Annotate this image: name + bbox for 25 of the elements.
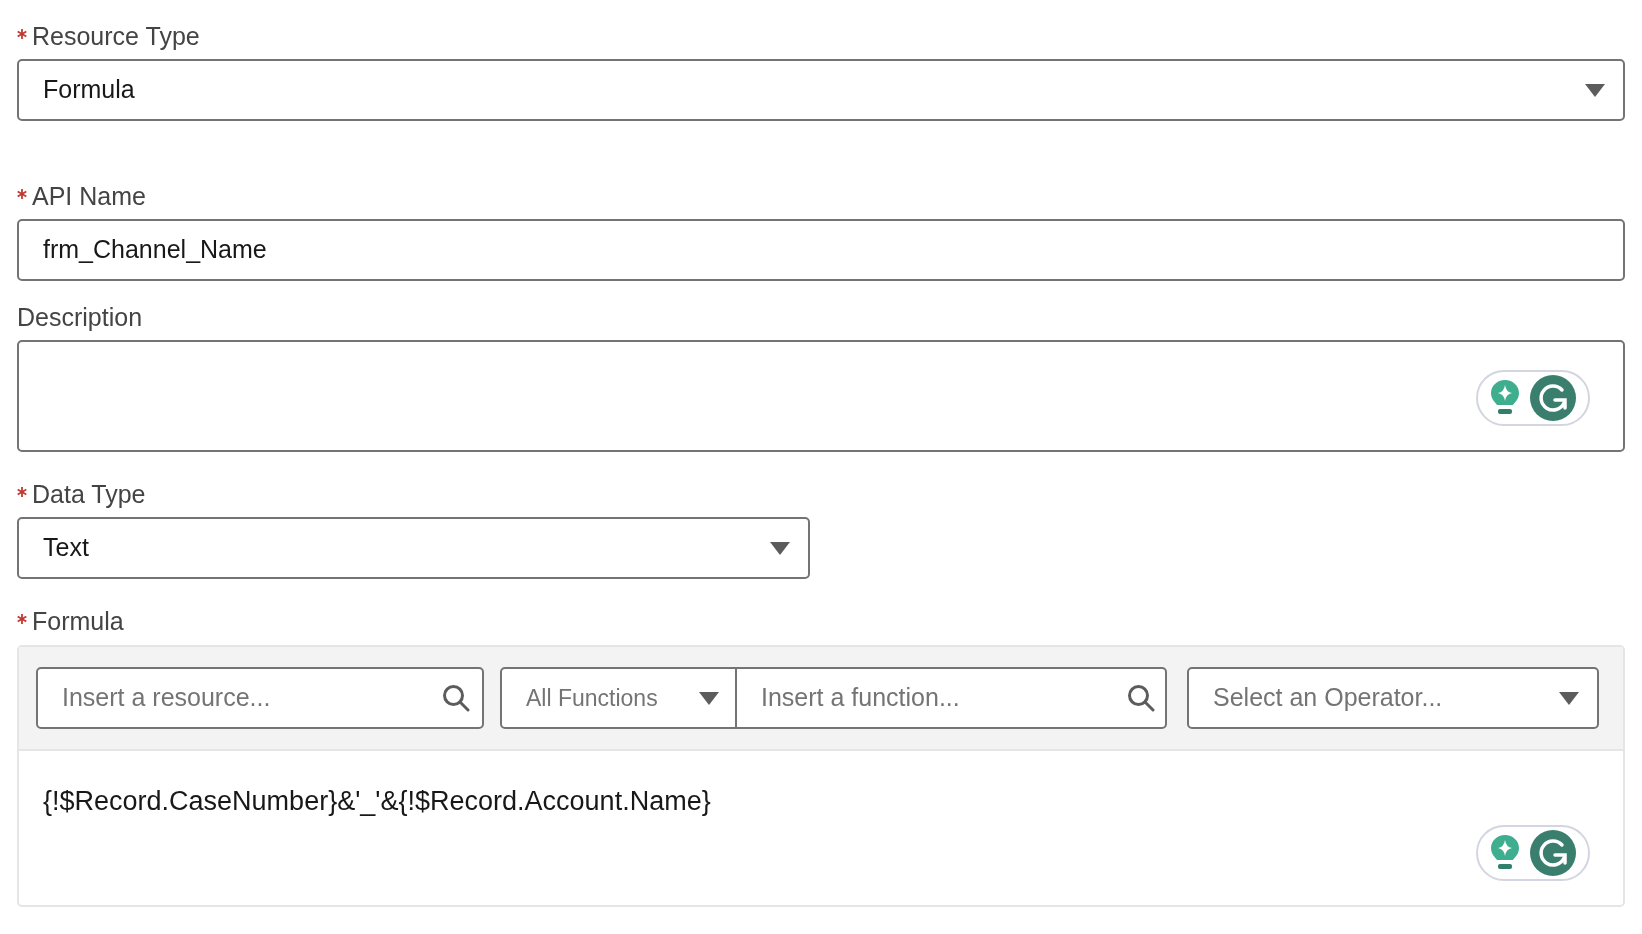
lightbulb-icon[interactable] (1490, 834, 1520, 872)
field-label: Description (17, 302, 143, 334)
select-field[interactable]: Formula (17, 59, 1625, 121)
function-search-field[interactable]: Insert a function... (737, 667, 1167, 729)
function-category-select[interactable]: All Functions (500, 667, 737, 729)
formula-text-area[interactable]: {!$Record.CaseNumber}&'_'&{!$Record.Account.Name} (19, 751, 1623, 905)
field-label: Formula (32, 606, 124, 638)
textarea-field[interactable] (17, 340, 1625, 452)
dropdown-caret-icon (1585, 83, 1605, 97)
dropdown-caret-icon (699, 691, 719, 705)
field-label: API Name (32, 181, 146, 213)
dropdown-caret-icon (1559, 691, 1579, 705)
lightbulb-icon[interactable] (1490, 379, 1520, 417)
search-icon (442, 684, 470, 712)
grammar-checker-icon[interactable] (1530, 375, 1576, 421)
input-field[interactable]: frm_Channel_Name (17, 219, 1625, 281)
field-label: Resource Type (32, 21, 200, 53)
select-field[interactable]: Text (17, 517, 810, 579)
formula-text: {!$Record.CaseNumber}&'_'&{!$Record.Account.Name} (43, 786, 711, 816)
search-icon (1127, 684, 1155, 712)
operator-select[interactable]: Select an Operator... (1187, 667, 1599, 729)
resource-search-field[interactable]: Insert a resource... (36, 667, 484, 729)
dropdown-caret-icon (770, 541, 790, 555)
field-label: Data Type (32, 479, 146, 511)
grammar-checker-icon[interactable] (1530, 830, 1576, 876)
